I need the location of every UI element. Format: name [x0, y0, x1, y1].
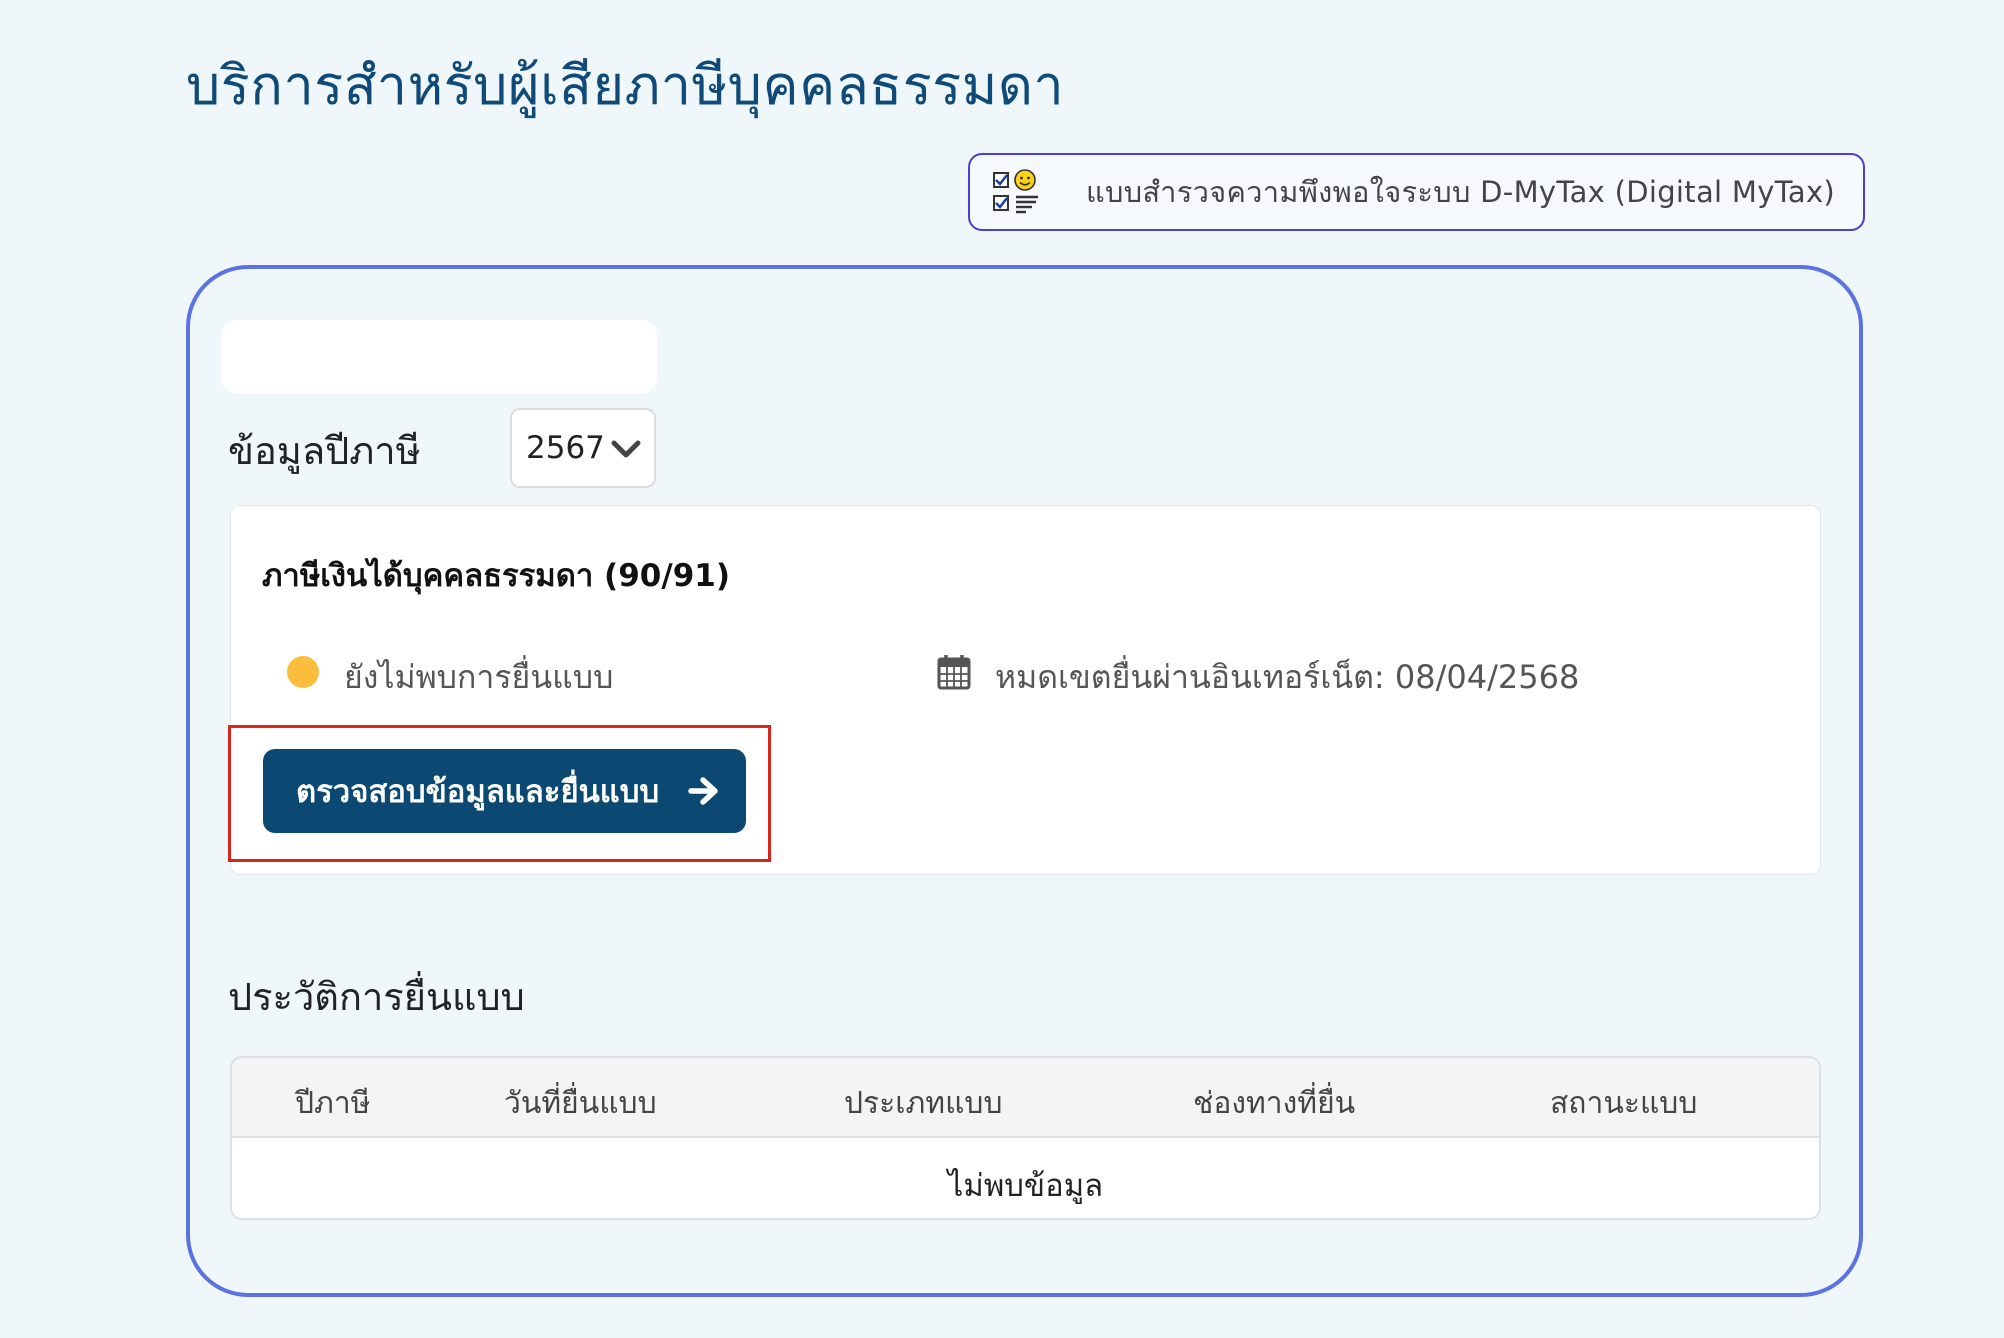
status-indicator-dot	[287, 656, 319, 688]
check-and-file-button[interactable]: ตรวจสอบข้อมูลและยื่นแบบ	[263, 749, 746, 833]
filing-history-title: ประวัติการยื่นแบบ	[228, 975, 525, 1019]
filing-history-table: ปีภาษี วันที่ยื่นแบบ ประเภทแบบ ช่องทางที…	[230, 1056, 1821, 1220]
filing-deadline-text: หมดเขตยื่นผ่านอินเทอร์เน็ต: 08/04/2568	[995, 658, 1580, 696]
blank-tab	[221, 320, 657, 394]
calendar-icon	[937, 655, 971, 690]
chevron-down-icon	[611, 440, 641, 458]
tax-year-select[interactable]: 2567	[510, 408, 656, 488]
column-header-form-type: ประเภทแบบ	[844, 1086, 1003, 1121]
arrow-right-icon	[688, 777, 718, 805]
tax-form-title: ภาษีเงินได้บุคคลธรรมดา (90/91)	[262, 558, 730, 594]
column-header-filing-date: วันที่ยื่นแบบ	[504, 1086, 657, 1121]
column-header-tax-year: ปีภาษี	[295, 1086, 371, 1121]
column-header-channel: ช่องทางที่ยื่น	[1193, 1086, 1356, 1121]
satisfaction-survey-button[interactable]: แบบสำรวจความพึงพอใจระบบ D-MyTax (Digital…	[968, 153, 1865, 231]
survey-label: แบบสำรวจความพึงพอใจระบบ D-MyTax (Digital…	[1086, 175, 1836, 209]
page-title: บริการสำหรับผู้เสียภาษีบุคคลธรรมดา	[186, 54, 1065, 117]
survey-checklist-icon	[993, 169, 1038, 214]
tax-year-label: ข้อมูลปีภาษี	[228, 429, 421, 473]
tax-year-value: 2567	[526, 430, 605, 466]
filing-status-text: ยังไม่พบการยื่นแบบ	[344, 658, 614, 696]
check-and-file-label: ตรวจสอบข้อมูลและยื่นแบบ	[296, 774, 660, 810]
empty-table-message: ไม่พบข้อมูล	[947, 1168, 1104, 1204]
column-header-status: สถานะแบบ	[1550, 1086, 1698, 1121]
table-header: ปีภาษี วันที่ยื่นแบบ ประเภทแบบ ช่องทางที…	[232, 1058, 1819, 1138]
